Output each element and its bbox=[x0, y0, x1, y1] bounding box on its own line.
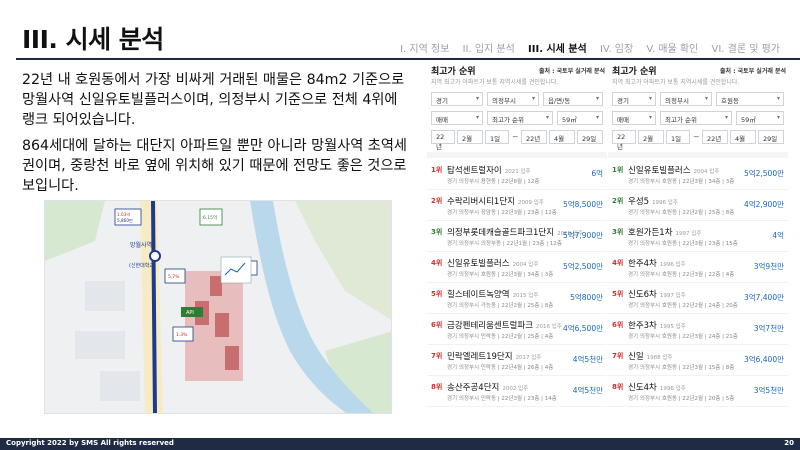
province-select[interactable]: 경기 ▾ bbox=[612, 92, 656, 106]
ranking-row[interactable]: 4위 신일유토빌플러스 2004 입주 경기 의정부시 호원동 | 22년3월 | 3… bbox=[427, 253, 607, 283]
end-year-select[interactable]: 22년 bbox=[521, 130, 547, 144]
chevron-down-icon: ▾ bbox=[595, 114, 599, 121]
panel-source: 출처 : 국토부 실거래 분석 bbox=[539, 68, 605, 75]
trade-type-select[interactable]: 매매 ▾ bbox=[612, 111, 656, 125]
svg-text:5.7%: 5.7% bbox=[168, 274, 180, 280]
location-map: 망월사역 (신한대학교) 1.03억 5,860만 6.15억 5.7% 6.2… bbox=[44, 200, 392, 414]
end-day-select[interactable]: 29일 bbox=[577, 130, 603, 144]
panel-source: 출처 : 국토부 실거래 분석 bbox=[720, 68, 786, 75]
start-year-select[interactable]: 22년 bbox=[612, 130, 636, 151]
chevron-down-icon: ▾ bbox=[648, 95, 652, 102]
ranking-row[interactable]: 7위 신일 1988 입주 경기 의정부시 호원동 | 22년3월 | 15층 | 8… bbox=[608, 346, 788, 376]
title-divider bbox=[16, 58, 800, 60]
svg-text:6.15억: 6.15억 bbox=[203, 214, 217, 221]
map-line-label: (신한대학교) bbox=[129, 262, 156, 269]
footer-bar: Copyright 2022 by SMS All rights reserve… bbox=[0, 438, 800, 450]
ranking-row[interactable]: 6위 금강펜테리움센트럴파크 2016 입주 경기 의정부시 민락동 | 22년2월 … bbox=[427, 315, 607, 345]
panel-divider bbox=[427, 152, 607, 158]
ranking-panel-uijeongbu: 최고가 순위 출처 : 국토부 실거래 분석 지역 최고가 아파트가 보통 지역… bbox=[427, 62, 607, 412]
end-day-select[interactable]: 29일 bbox=[758, 130, 784, 144]
start-day-select[interactable]: 1일 bbox=[666, 130, 690, 144]
panel-title: 최고가 순위 bbox=[431, 67, 476, 77]
ranking-panel-howon: 최고가 순위 출처 : 국토부 실거래 분석 지역 최고가 아파트가 보통 지역… bbox=[608, 62, 788, 412]
nav-step-6: VI. 결론 및 평가 bbox=[711, 44, 780, 55]
section-nav: I. 지역 정보 II. 입지 분석 III. 시세 분석 IV. 임장 V. … bbox=[390, 40, 780, 55]
panel-title: 최고가 순위 bbox=[612, 67, 657, 77]
nav-step-2: II. 입지 분석 bbox=[462, 44, 515, 55]
nav-step-5: V. 매물 확인 bbox=[646, 44, 699, 55]
panel-divider bbox=[608, 152, 788, 158]
paragraph-detail: 864세대에 달하는 대단지 아파트일 뿐만 아니라 망월사역 초역세권이며, … bbox=[22, 138, 407, 194]
city-select[interactable]: 의정부시 ▾ bbox=[487, 92, 539, 106]
province-select[interactable]: 경기 ▾ bbox=[431, 92, 483, 106]
ranking-row[interactable]: 6위 한주3차 1995 입주 경기 의정부시 호원동 | 22년3월 | 24층 |… bbox=[608, 315, 788, 345]
start-month-select[interactable]: 2월 bbox=[638, 130, 664, 144]
ranking-row[interactable]: 1위 탑석센트럴자이 2021 입주 경기 의정부시 용현동 | 22년8월 | 12… bbox=[427, 160, 607, 190]
copyright-text: Copyright 2022 by SMS All rights reserve… bbox=[6, 439, 174, 447]
map-station-label: 망월사역 bbox=[130, 241, 152, 249]
chevron-down-icon: ▾ bbox=[475, 114, 479, 121]
chevron-down-icon: ▾ bbox=[776, 95, 780, 102]
range-separator: ~ bbox=[512, 132, 519, 141]
ranking-row[interactable]: 5위 힐스테이트녹양역 2015 입주 경기 의정부시 가능동 | 22년2월 | 2… bbox=[427, 284, 607, 314]
page-number: 20 bbox=[784, 439, 794, 447]
area-select[interactable]: 59㎡ ▾ bbox=[736, 111, 784, 125]
dong-select[interactable]: 읍/면/동 ▾ bbox=[543, 92, 603, 106]
ranking-row[interactable]: 1위 신일유토빌플러스 2004 입주 경기 의정부시 호원동 | 22년3월 | 3… bbox=[608, 160, 788, 190]
chevron-down-icon: ▾ bbox=[776, 114, 780, 121]
start-day-select[interactable]: 1일 bbox=[485, 130, 509, 144]
ranking-row[interactable]: 7위 민락엘레트19단지 2017 입주 경기 의정부시 민락동 | 22년4월 | … bbox=[427, 346, 607, 376]
chevron-down-icon: ▾ bbox=[475, 95, 479, 102]
ranking-row[interactable]: 3위 의정부롯데캐슬골드파크1단지 2019 입주 경기 의정부시 의정부동 | 22… bbox=[427, 222, 607, 252]
end-month-select[interactable]: 4월 bbox=[730, 130, 756, 144]
sort-select[interactable]: 최고가 순위 ▾ bbox=[487, 111, 553, 125]
end-year-select[interactable]: 22년 bbox=[702, 130, 728, 144]
chevron-down-icon: ▾ bbox=[595, 95, 599, 102]
range-separator: ~ bbox=[693, 132, 700, 141]
chevron-down-icon: ▾ bbox=[545, 114, 549, 121]
nav-step-4: IV. 임장 bbox=[599, 44, 634, 55]
dong-select[interactable]: 호원동 ▾ bbox=[716, 92, 784, 106]
ranking-row[interactable]: 4위 한주4차 1996 입주 경기 의정부시 호원동 | 22년3월 | 22층 |… bbox=[608, 253, 788, 283]
ranking-row[interactable]: 2위 우성5 1996 입주 경기 의정부시 호원동 | 22년2월 | 25층 | … bbox=[608, 191, 788, 221]
nav-step-3: III. 시세 분석 bbox=[528, 44, 587, 55]
city-select[interactable]: 의정부시 ▾ bbox=[660, 92, 712, 106]
start-month-select[interactable]: 2월 bbox=[457, 130, 483, 144]
chevron-down-icon: ▾ bbox=[724, 114, 728, 121]
ranking-row[interactable]: 3위 호원가든1차 1997 입주 경기 의정부시 호원동 | 22년3월 | 23층… bbox=[608, 222, 788, 252]
ranking-row[interactable]: 5위 신도6차 1997 입주 경기 의정부시 호원동 | 22년2월 | 24층 |… bbox=[608, 284, 788, 314]
ranking-row[interactable]: 8위 송산주공4단지 2002 입주 경기 의정부시 민락동 | 22년3월 | 23… bbox=[427, 377, 607, 407]
panel-note: 지역 최고가 아파트가 보통 지역시세를 견인합니다. bbox=[612, 79, 740, 86]
svg-text:1.03억: 1.03억 bbox=[117, 211, 130, 218]
svg-text:API: API bbox=[186, 310, 194, 316]
sort-select[interactable]: 최고가 순위 ▾ bbox=[660, 111, 732, 125]
trade-type-select[interactable]: 매매 ▾ bbox=[431, 111, 483, 125]
chevron-down-icon: ▾ bbox=[704, 95, 708, 102]
map-graphic: 망월사역 (신한대학교) 1.03억 5,860만 6.15억 5.7% 6.2… bbox=[45, 201, 391, 413]
ranking-row[interactable]: 8위 신도4차 1996 입주 경기 의정부시 호원동 | 22년2월 | 20층 |… bbox=[608, 377, 788, 407]
paragraph-summary: 22년 내 호원동에서 가장 비싸게 거래된 매물은 84m2 기준으로 망월사… bbox=[22, 72, 405, 128]
chevron-down-icon: ▾ bbox=[648, 114, 652, 121]
chevron-down-icon: ▾ bbox=[531, 95, 535, 102]
svg-text:5,860만: 5,860만 bbox=[117, 217, 133, 223]
nav-step-1: I. 지역 정보 bbox=[400, 44, 450, 55]
panel-note: 지역 최고가 아파트가 보통 지역시세를 견인합니다. bbox=[431, 79, 559, 86]
start-year-select[interactable]: 22년 bbox=[431, 130, 455, 151]
end-month-select[interactable]: 4월 bbox=[549, 130, 575, 144]
ranking-row[interactable]: 2위 수락리버시티1단지 2009 입주 경기 의정부시 장암동 | 22년3월 | … bbox=[427, 191, 607, 221]
slide-title: III. 시세 분석 bbox=[22, 25, 164, 54]
svg-text:1.3%: 1.3% bbox=[176, 332, 188, 338]
area-select[interactable]: 59㎡ ▾ bbox=[557, 111, 603, 125]
